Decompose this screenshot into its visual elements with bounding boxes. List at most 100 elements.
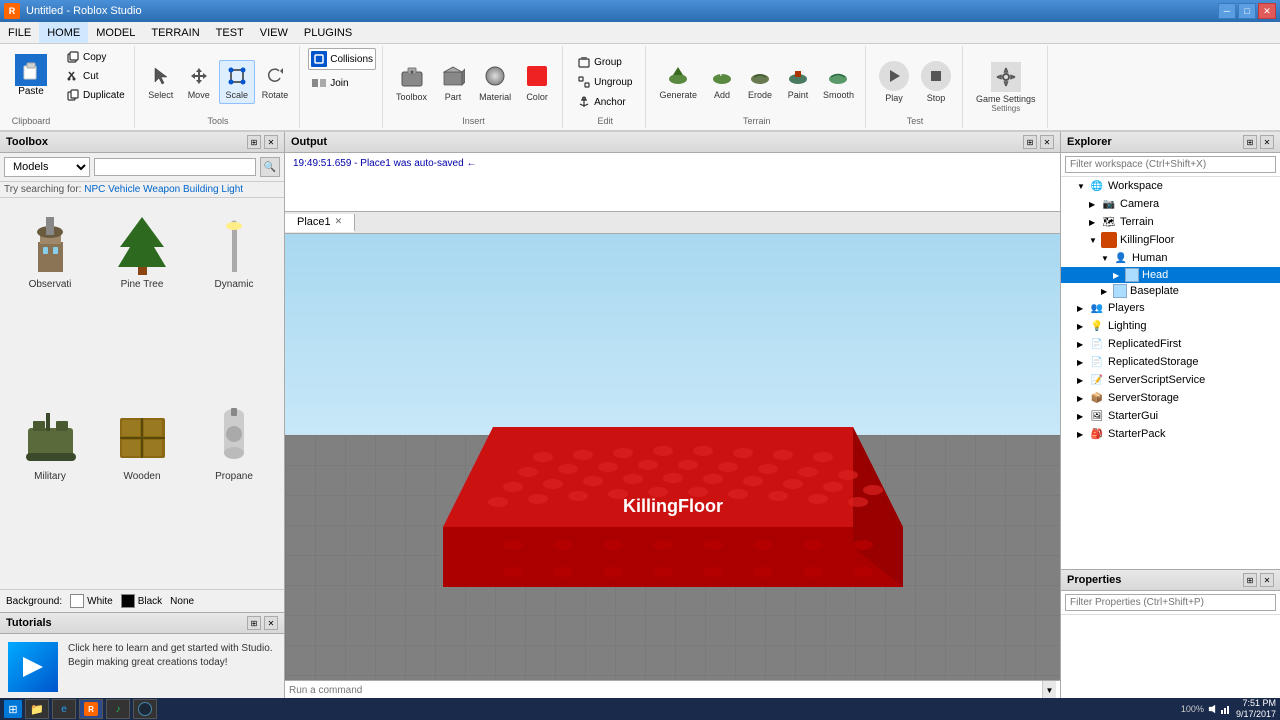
explorer-close-button[interactable]: ✕ (1260, 135, 1274, 149)
toolbox-category-dropdown[interactable]: Models (4, 157, 90, 177)
command-input[interactable] (289, 685, 1042, 696)
group-button[interactable]: Group (571, 53, 639, 71)
tree-arrow-replicatedfirst[interactable]: ▶ (1077, 340, 1089, 349)
tree-item-baseplate[interactable]: ▶ Baseplate (1061, 283, 1280, 299)
collisions-button[interactable]: Collisions (308, 48, 376, 70)
category-building[interactable]: Building (183, 184, 219, 195)
move-button[interactable]: Move (181, 60, 217, 104)
properties-pin-button[interactable]: ⊞ (1243, 573, 1257, 587)
model-pine-tree[interactable]: Pine Tree (98, 204, 186, 392)
tree-item-replicatedfirst[interactable]: ▶ 📄 ReplicatedFirst (1061, 335, 1280, 353)
taskbar-roblox[interactable]: R (79, 699, 103, 719)
tree-arrow-camera[interactable]: ▶ (1089, 200, 1101, 209)
tree-arrow-startergui[interactable]: ▶ (1077, 412, 1089, 421)
join-button[interactable]: Join (308, 72, 376, 94)
tutorials-close-button[interactable]: ✕ (264, 616, 278, 630)
tree-arrow-serverscriptservice[interactable]: ▶ (1077, 376, 1089, 385)
tree-item-replicatedstorage[interactable]: ▶ 📄 ReplicatedStorage (1061, 353, 1280, 371)
output-close-button[interactable]: ✕ (1040, 135, 1054, 149)
model-wooden[interactable]: Wooden (98, 396, 186, 584)
start-button[interactable]: ⊞ (4, 700, 22, 718)
tree-arrow-replicatedstorage[interactable]: ▶ (1077, 358, 1089, 367)
toolbox-button[interactable]: Toolbox (391, 58, 432, 106)
tree-item-startergui[interactable]: ▶ 🖼 StarterGui (1061, 407, 1280, 425)
explorer-pin-button[interactable]: ⊞ (1243, 135, 1257, 149)
paste-button[interactable]: Paste (6, 48, 56, 102)
material-button[interactable]: Material (474, 58, 516, 106)
menu-test[interactable]: TEST (208, 22, 252, 43)
tree-item-players[interactable]: ▶ 👥 Players (1061, 299, 1280, 317)
tree-arrow-starterpack[interactable]: ▶ (1077, 430, 1089, 439)
tutorial-item[interactable]: Click here to learn and get started with… (0, 634, 284, 700)
category-npc[interactable]: NPC (84, 184, 105, 195)
ungroup-button[interactable]: Ungroup (571, 73, 639, 91)
menu-model[interactable]: MODEL (88, 22, 143, 43)
tree-item-serverstorage[interactable]: ▶ 📦 ServerStorage (1061, 389, 1280, 407)
tree-arrow-players[interactable]: ▶ (1077, 304, 1089, 313)
rotate-button[interactable]: Rotate (257, 60, 294, 104)
tree-item-human[interactable]: ▼ 👤 Human (1061, 249, 1280, 267)
tree-item-terrain[interactable]: ▶ 🗺 Terrain (1061, 213, 1280, 231)
model-propane[interactable]: Propane (190, 396, 278, 584)
toolbox-close-button[interactable]: ✕ (264, 135, 278, 149)
category-light[interactable]: Light (221, 184, 243, 195)
cut-button[interactable]: Cut (60, 67, 132, 85)
tree-item-workspace[interactable]: ▼ 🌐 Workspace (1061, 177, 1280, 195)
menu-plugins[interactable]: PLUGINS (296, 22, 360, 43)
generate-button[interactable]: Generate (654, 60, 702, 104)
tree-arrow-baseplate[interactable]: ▶ (1101, 287, 1113, 296)
smooth-button[interactable]: Smooth (818, 60, 859, 104)
tree-item-killingfloor[interactable]: ▼ KillingFloor (1061, 231, 1280, 249)
tree-item-starterpack[interactable]: ▶ 🎒 StarterPack (1061, 425, 1280, 443)
play-button[interactable]: Play (874, 57, 914, 107)
tree-item-serverscriptservice[interactable]: ▶ 📝 ServerScriptService (1061, 371, 1280, 389)
erode-button[interactable]: Erode (742, 60, 778, 104)
paint-terrain-button[interactable]: Paint (780, 60, 816, 104)
menu-view[interactable]: VIEW (252, 22, 296, 43)
bg-none-option[interactable]: None (170, 596, 194, 607)
tree-item-camera[interactable]: ▶ 📷 Camera (1061, 195, 1280, 213)
bg-black-option[interactable]: Black (121, 594, 162, 608)
select-button[interactable]: Select (143, 60, 179, 104)
tree-item-lighting[interactable]: ▶ 💡 Lighting (1061, 317, 1280, 335)
taskbar-spotify[interactable]: ♪ (106, 699, 130, 719)
model-dynamic[interactable]: Dynamic (190, 204, 278, 392)
taskbar-edge[interactable]: e (52, 699, 76, 719)
add-terrain-button[interactable]: + Add (704, 60, 740, 104)
close-button[interactable]: ✕ (1258, 3, 1276, 19)
toolbox-pin-button[interactable]: ⊞ (247, 135, 261, 149)
maximize-button[interactable]: □ (1238, 3, 1256, 19)
taskbar-file-explorer[interactable]: 📁 (25, 699, 49, 719)
tree-arrow-head[interactable]: ▶ (1113, 271, 1125, 280)
menu-terrain[interactable]: TERRAIN (143, 22, 207, 43)
part-button[interactable]: Part (434, 58, 472, 106)
game-settings-button[interactable]: Game Settings Settings (971, 58, 1041, 117)
stop-button[interactable]: Stop (916, 57, 956, 107)
viewport[interactable]: Place1 ✕ (285, 212, 1060, 680)
tree-arrow-killingfloor[interactable]: ▼ (1089, 236, 1101, 245)
bg-white-option[interactable]: White (70, 594, 113, 608)
anchor-button[interactable]: Anchor (571, 93, 639, 111)
output-pin-button[interactable]: ⊞ (1023, 135, 1037, 149)
model-military[interactable]: Military (6, 396, 94, 584)
menu-home[interactable]: HOME (39, 22, 88, 43)
properties-close-button[interactable]: ✕ (1260, 573, 1274, 587)
color-button[interactable]: Color (518, 58, 556, 106)
tree-arrow-lighting[interactable]: ▶ (1077, 322, 1089, 331)
tree-item-head[interactable]: ▶ Head (1061, 267, 1280, 283)
viewport-tab-close[interactable]: ✕ (335, 216, 343, 227)
model-observatory[interactable]: Observati (6, 204, 94, 392)
category-weapon[interactable]: Weapon (143, 184, 180, 195)
toolbox-search-button[interactable]: 🔍 (260, 157, 280, 177)
explorer-filter-input[interactable] (1065, 156, 1276, 173)
minimize-button[interactable]: ─ (1218, 3, 1236, 19)
tutorials-pin-button[interactable]: ⊞ (247, 616, 261, 630)
tree-arrow-terrain[interactable]: ▶ (1089, 218, 1101, 227)
viewport-tab-place1[interactable]: Place1 ✕ (285, 214, 355, 232)
taskbar-steam[interactable] (133, 699, 157, 719)
tree-arrow-serverstorage[interactable]: ▶ (1077, 394, 1089, 403)
duplicate-button[interactable]: Duplicate (60, 86, 132, 104)
tree-arrow-human[interactable]: ▼ (1101, 254, 1113, 263)
menu-file[interactable]: FILE (0, 22, 39, 43)
properties-filter-input[interactable] (1065, 594, 1276, 611)
